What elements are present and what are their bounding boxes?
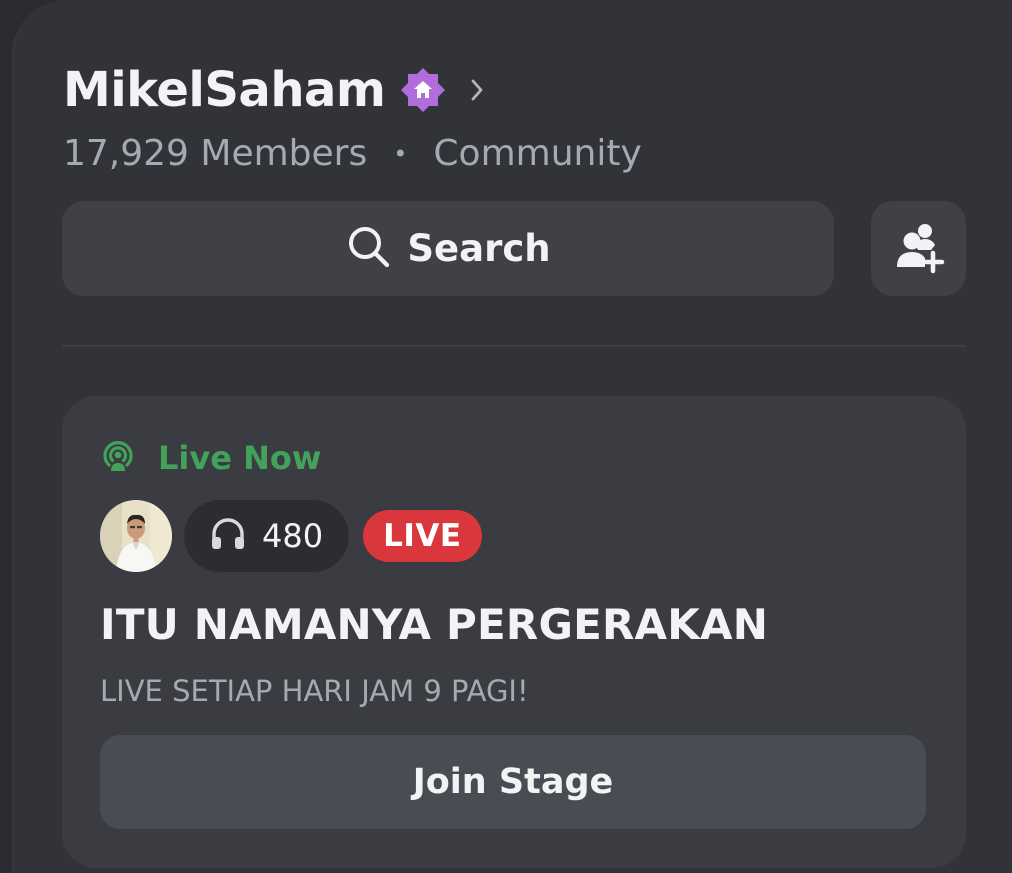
server-subline: 17,929 Members • Community [63,132,642,176]
join-stage-button[interactable]: Join Stage [100,735,926,829]
server-panel: MikelSaham 17,929 Members • Community Se… [12,0,1012,873]
stage-card[interactable]: Live Now 480 LIVE ITU NAMANYA PERGERAKAN… [62,396,966,868]
search-button[interactable]: Search [62,201,834,296]
search-icon [345,223,393,275]
divider [62,345,966,347]
live-now-status: Live Now [100,438,321,478]
join-stage-label: Join Stage [412,762,614,802]
server-name[interactable]: MikelSaham [63,60,386,120]
stage-description: LIVE SETIAP HARI JAM 9 PAGI! [100,674,529,708]
speaker-avatar[interactable] [100,500,172,572]
listener-count: 480 [262,517,324,555]
headphones-icon [208,514,248,558]
stage-broadcast-icon [100,438,136,478]
stage-meta-row: 480 LIVE [100,500,482,572]
listener-count-pill: 480 [184,500,350,572]
add-member-icon [892,220,946,278]
separator-dot: • [393,140,408,168]
member-count: 17,929 Members [63,133,368,174]
invite-button[interactable] [871,201,966,296]
community-badge-icon [399,66,447,114]
search-label: Search [407,227,551,270]
server-type: Community [433,133,642,174]
live-badge: LIVE [363,510,482,562]
stage-title: ITU NAMANYA PERGERAKAN [100,600,769,649]
live-now-label: Live Now [158,439,322,477]
server-header[interactable]: MikelSaham [63,60,487,120]
chevron-right-icon[interactable] [467,75,487,105]
